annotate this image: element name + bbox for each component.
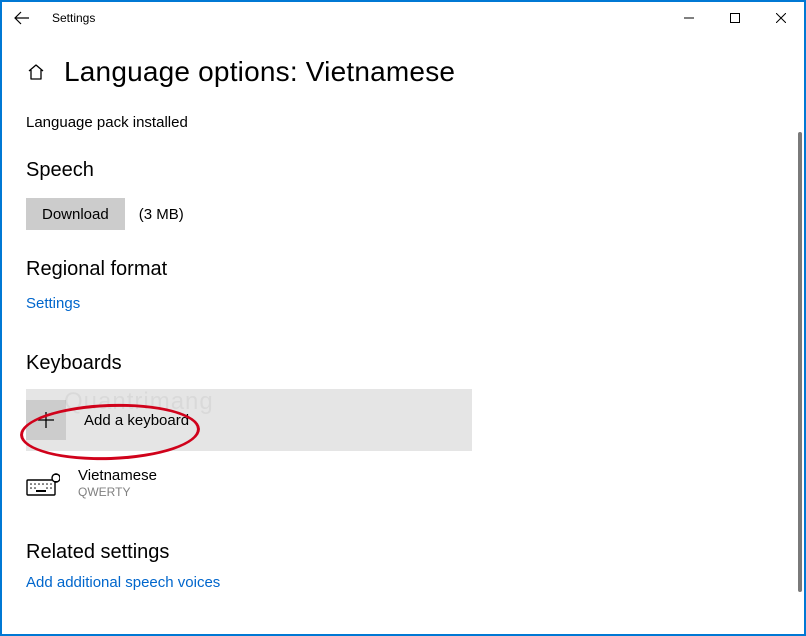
speech-download-row: Download (3 MB) [26, 198, 780, 230]
keyboard-text: Vietnamese QWERTY [78, 467, 157, 499]
regional-settings-link[interactable]: Settings [26, 295, 80, 312]
language-pack-status: Language pack installed [26, 114, 780, 131]
add-keyboard-label: Add a keyboard [84, 412, 189, 429]
scrollbar[interactable] [798, 132, 802, 592]
speech-heading: Speech [26, 159, 780, 182]
titlebar: Settings [2, 2, 804, 34]
download-button[interactable]: Download [26, 198, 125, 230]
home-button[interactable] [26, 62, 46, 82]
close-icon [776, 13, 786, 23]
back-arrow-icon [14, 10, 30, 26]
page-header: Language options: Vietnamese [26, 56, 780, 88]
content-area: Language options: Vietnamese Language pa… [2, 34, 804, 634]
keyboard-item[interactable]: Vietnamese QWERTY [26, 467, 780, 499]
close-button[interactable] [758, 2, 804, 34]
plus-box [26, 400, 66, 440]
regional-heading: Regional format [26, 258, 780, 281]
home-icon [27, 63, 45, 81]
keyboard-icon [26, 470, 60, 496]
keyboard-layout: QWERTY [78, 485, 157, 499]
related-heading: Related settings [26, 541, 780, 564]
minimize-button[interactable] [666, 2, 712, 34]
maximize-button[interactable] [712, 2, 758, 34]
maximize-icon [730, 13, 740, 23]
window-title: Settings [52, 11, 666, 25]
download-size: (3 MB) [139, 206, 184, 223]
window-controls [666, 2, 804, 34]
page-title: Language options: Vietnamese [64, 56, 455, 88]
related-link[interactable]: Add additional speech voices [26, 574, 220, 591]
keyboard-name: Vietnamese [78, 467, 157, 485]
add-keyboard-button[interactable]: Add a keyboard [26, 389, 472, 451]
back-button[interactable] [2, 2, 42, 34]
plus-icon [37, 411, 55, 429]
minimize-icon [684, 13, 694, 23]
keyboards-heading: Keyboards [26, 352, 780, 375]
